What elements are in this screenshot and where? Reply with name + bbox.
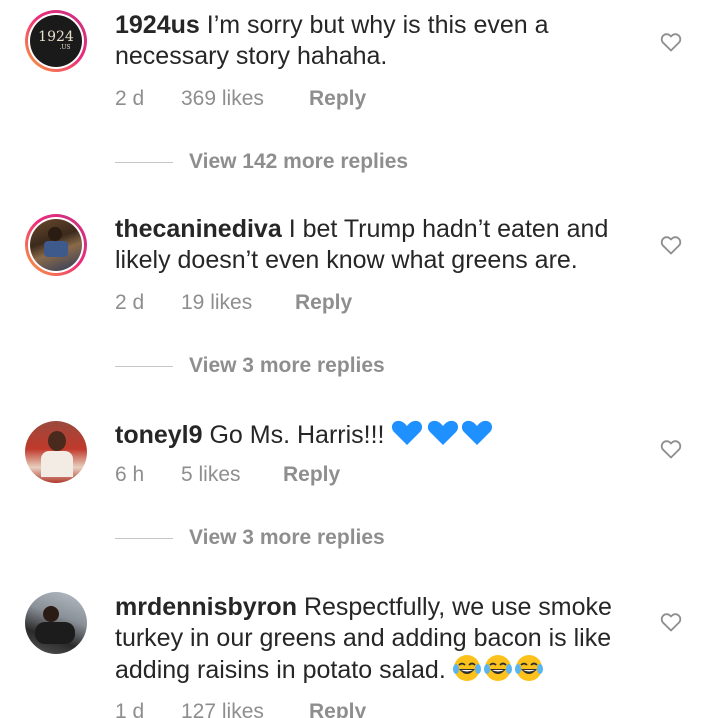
avatar-story-ring[interactable]: 1924 .US	[25, 10, 87, 72]
blue-heart-emoji-icon	[391, 419, 495, 455]
comment-username[interactable]: thecaninediva	[115, 215, 282, 243]
avatar	[25, 421, 87, 483]
avatar-logo-text: 1924	[38, 29, 74, 45]
comment-meta: 1 d 127 likes Reply	[115, 700, 366, 718]
comment-time: 2 d	[115, 87, 145, 110]
comment-username[interactable]: toneyl9	[115, 421, 203, 449]
avatar	[30, 219, 82, 271]
comments-feed: 1924 .US 1924us I’m sorry but why is thi…	[0, 0, 718, 718]
avatar-container[interactable]	[25, 592, 87, 654]
avatar	[25, 592, 87, 654]
heart-outline-icon[interactable]	[659, 437, 683, 461]
divider-line	[115, 161, 173, 163]
comment-body: mrdennisbyron Respectfully, we use smoke…	[115, 592, 645, 690]
comment-likes[interactable]: 19 likes	[181, 291, 295, 315]
comment-body: toneyl9 Go Ms. Harris!!!	[115, 419, 645, 455]
reply-button[interactable]: Reply	[295, 291, 352, 315]
laughing-emoji-icon	[452, 654, 543, 690]
comment-time: 1 d	[115, 700, 145, 718]
reply-button[interactable]: Reply	[309, 87, 366, 111]
comment-username[interactable]: 1924us	[115, 11, 200, 39]
heart-outline-icon[interactable]	[659, 30, 683, 54]
view-replies-label: View 3 more replies	[189, 526, 385, 549]
view-replies-button[interactable]: View 3 more replies	[115, 526, 385, 550]
comment-time: 6 h	[115, 463, 145, 486]
avatar: 1924 .US	[30, 15, 82, 67]
comment-meta: 6 h 5 likes Reply	[115, 463, 340, 487]
comment-body: 1924us I’m sorry but why is this even a …	[115, 10, 645, 72]
comment-likes[interactable]: 369 likes	[181, 87, 309, 111]
avatar-container[interactable]	[25, 421, 87, 483]
comment-likes[interactable]: 5 likes	[181, 463, 283, 487]
comment-username[interactable]: mrdennisbyron	[115, 593, 297, 621]
comment-time: 2 d	[115, 291, 145, 314]
comment-meta: 2 d 369 likes Reply	[115, 87, 366, 111]
avatar-logo-subtext: .US	[59, 44, 71, 51]
comment-body: thecaninediva I bet Trump hadn’t eaten a…	[115, 214, 645, 276]
avatar-story-ring[interactable]	[25, 214, 87, 276]
view-replies-label: View 142 more replies	[189, 150, 409, 173]
view-replies-button[interactable]: View 142 more replies	[115, 150, 408, 174]
heart-outline-icon[interactable]	[659, 610, 683, 634]
reply-button[interactable]: Reply	[309, 700, 366, 718]
comment-meta: 2 d 19 likes Reply	[115, 291, 352, 315]
comment-text: Go Ms. Harris!!!	[209, 421, 385, 449]
divider-line	[115, 537, 173, 539]
comment-likes[interactable]: 127 likes	[181, 700, 309, 718]
heart-outline-icon[interactable]	[659, 233, 683, 257]
view-replies-label: View 3 more replies	[189, 354, 385, 377]
reply-button[interactable]: Reply	[283, 463, 340, 487]
view-replies-button[interactable]: View 3 more replies	[115, 354, 385, 378]
divider-line	[115, 365, 173, 367]
